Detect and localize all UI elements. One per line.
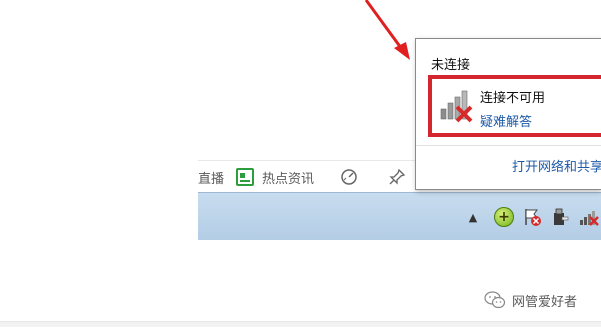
watermark: 网管爱好者 (484, 288, 577, 312)
hot-news-label: 热点资讯 (262, 171, 315, 187)
watermark-text: 网管爱好者 (512, 294, 578, 310)
wechat-icon (484, 291, 506, 309)
no-connection-icon (440, 90, 473, 123)
pin-icon (389, 168, 406, 185)
add-icon: + (494, 207, 514, 227)
news-icon (236, 168, 254, 186)
pin-button[interactable] (386, 167, 408, 187)
popup-divider (416, 145, 601, 146)
troubleshoot-link[interactable]: 疑难解答 (480, 111, 532, 130)
usb-device-icon (554, 208, 569, 225)
highlight-box: 连接不可用 疑难解答 (428, 75, 601, 137)
network-disconnected-icon (579, 211, 599, 226)
show-hidden-icons-icon: ▲ (468, 210, 478, 224)
action-center-button[interactable] (520, 205, 544, 229)
usb-device-button[interactable] (548, 205, 572, 229)
speed-button[interactable] (338, 167, 360, 187)
speedometer-icon (341, 169, 357, 185)
network-tray-button[interactable] (576, 205, 601, 229)
live-label: 直播 (198, 171, 225, 187)
hot-news-link[interactable]: 热点资讯 (236, 167, 314, 187)
connection-status-text: 连接不可用 (480, 91, 546, 106)
windows-taskbar: ▲ + (198, 192, 601, 240)
tray-add-button[interactable]: + (492, 205, 516, 229)
action-center-flag-icon (525, 209, 541, 226)
popup-title: 未连接 (431, 58, 471, 73)
network-status-popup: 未连接 连接不可用 疑难解答 打开网络和共享中心 (415, 38, 601, 190)
show-hidden-icons-button[interactable]: ▲ (466, 205, 480, 229)
live-link[interactable]: 直播 (198, 167, 224, 187)
bottom-divider (0, 321, 601, 327)
open-network-center-link[interactable]: 打开网络和共享中心 (512, 156, 601, 175)
